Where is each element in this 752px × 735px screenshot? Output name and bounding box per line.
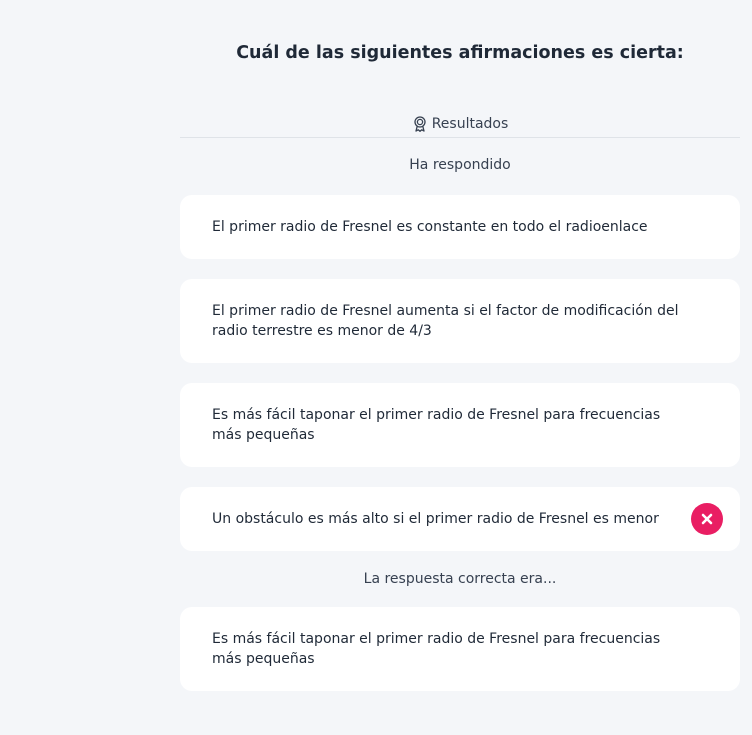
correct-answer-label: La respuesta correcta era... <box>363 571 557 587</box>
answer-option-2[interactable]: El primer radio de Fresnel aumenta si el… <box>180 279 740 363</box>
answered-label: Ha respondido <box>409 157 511 173</box>
answer-option-text: Un obstáculo es más alto si el primer ra… <box>212 511 659 527</box>
correct-answer-card: Es más fácil taponar el primer radio de … <box>180 607 740 691</box>
correct-answer-text: Es más fácil taponar el primer radio de … <box>212 631 661 667</box>
answer-option-3[interactable]: Es más fácil taponar el primer radio de … <box>180 383 740 467</box>
answer-option-text: El primer radio de Fresnel es constante … <box>212 219 648 235</box>
award-ribbon-icon <box>412 114 428 134</box>
quiz-results-page: Cuál de las siguientes afirmaciones es c… <box>0 0 752 735</box>
results-label: Resultados <box>431 116 509 132</box>
answer-option-text: Es más fácil taponar el primer radio de … <box>212 407 661 443</box>
answer-option-4-selected[interactable]: Un obstáculo es más alto si el primer ra… <box>180 487 740 551</box>
incorrect-badge <box>691 503 723 535</box>
close-icon <box>701 513 713 525</box>
answer-option-text: El primer radio de Fresnel aumenta si el… <box>212 303 679 339</box>
question-title: Cuál de las siguientes afirmaciones es c… <box>236 43 684 63</box>
results-header: Resultados <box>180 114 740 138</box>
answer-option-1[interactable]: El primer radio de Fresnel es constante … <box>180 195 740 259</box>
